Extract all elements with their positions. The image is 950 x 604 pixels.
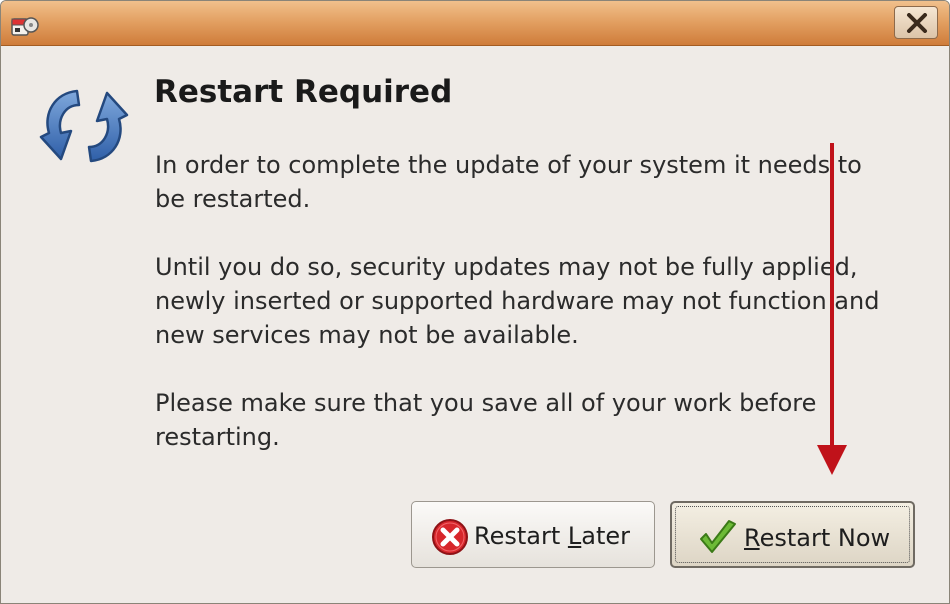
restart-now-button[interactable]: Restart Now bbox=[670, 501, 915, 568]
message-line: In order to complete the update of your … bbox=[155, 151, 862, 179]
system-restart-app-icon bbox=[10, 11, 42, 39]
restart-later-button[interactable]: Restart Later bbox=[411, 501, 655, 568]
message-line: newly inserted or supported hardware may… bbox=[155, 287, 880, 315]
mnemonic-letter: R bbox=[744, 524, 760, 552]
green-checkmark-icon bbox=[698, 518, 738, 564]
restart-now-label: Restart Now bbox=[744, 523, 890, 553]
red-x-circle-icon bbox=[431, 518, 469, 562]
annotation-arrow bbox=[813, 141, 853, 481]
restart-dialog-window: Restart Required In order to complete th… bbox=[0, 0, 950, 604]
button-content: Restart Now bbox=[675, 506, 910, 563]
message-line: Please make sure that you save all of yo… bbox=[155, 389, 817, 417]
refresh-arrows-icon bbox=[37, 81, 131, 171]
message-line: Until you do so, security updates may no… bbox=[155, 253, 858, 281]
mnemonic-letter: L bbox=[567, 522, 582, 550]
restart-message-paragraph: In order to complete the update of your … bbox=[155, 148, 862, 216]
message-line: new services may not be available. bbox=[155, 321, 579, 349]
label-text: estart Now bbox=[759, 524, 891, 552]
dialog-title: Restart Required bbox=[154, 74, 453, 110]
close-button[interactable] bbox=[894, 6, 938, 39]
label-text: Restart bbox=[474, 522, 568, 550]
button-content: Restart Later bbox=[415, 505, 651, 564]
message-line: be restarted. bbox=[155, 185, 311, 213]
message-line: restarting. bbox=[155, 423, 280, 451]
warning-paragraph: Until you do so, security updates may no… bbox=[155, 250, 879, 352]
save-work-paragraph: Please make sure that you save all of yo… bbox=[155, 386, 816, 454]
label-text: ater bbox=[581, 522, 631, 550]
title-bar[interactable] bbox=[1, 1, 949, 46]
restart-later-label: Restart Later bbox=[474, 521, 630, 551]
